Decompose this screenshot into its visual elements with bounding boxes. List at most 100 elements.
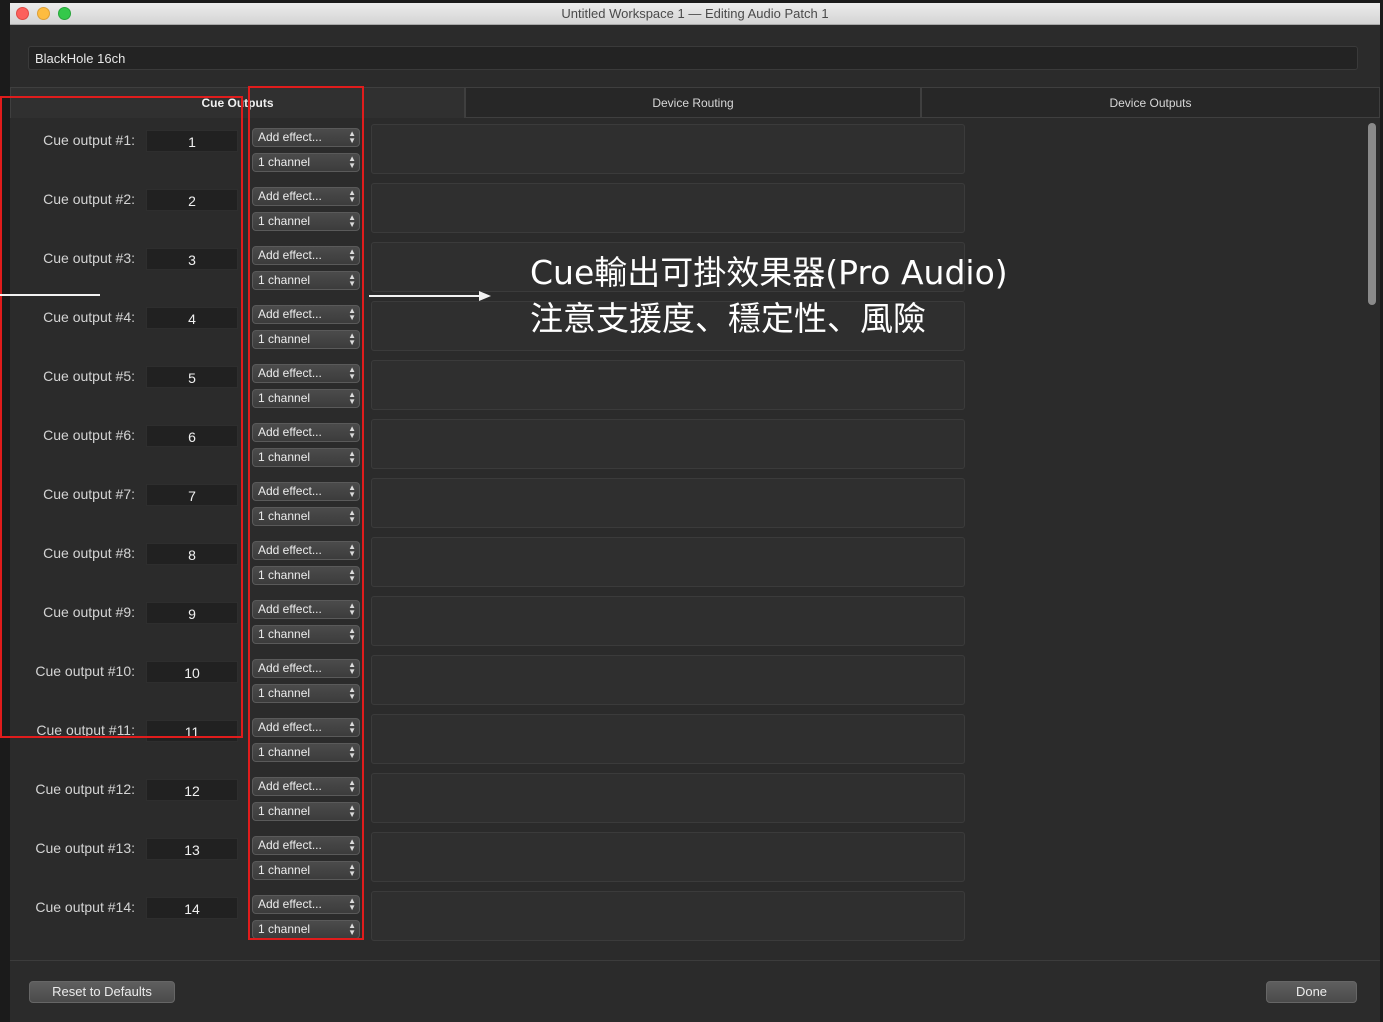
up-down-chevron-icon: ▲ ▼: [348, 542, 356, 558]
add-effect-popup[interactable]: Add effect... ▲ ▼: [252, 423, 360, 442]
up-down-chevron-icon: ▲ ▼: [348, 331, 356, 347]
add-effect-popup[interactable]: Add effect... ▲ ▼: [252, 305, 360, 324]
effects-chain-panel: [371, 478, 965, 528]
up-down-chevron-icon: ▲ ▼: [348, 803, 356, 819]
effects-chain-panel: [371, 891, 965, 941]
effects-chain-panel: [371, 183, 965, 233]
annotation-line-2: 注意支援度、穩定性、風險: [530, 299, 926, 338]
add-effect-popup[interactable]: Add effect... ▲ ▼: [252, 836, 360, 855]
add-effect-popup[interactable]: Add effect... ▲ ▼: [252, 659, 360, 678]
cue-output-number-field[interactable]: 5: [146, 366, 238, 388]
add-effect-popup[interactable]: Add effect... ▲ ▼: [252, 718, 360, 737]
cue-output-label: Cue output #2:: [43, 191, 135, 207]
channel-count-popup[interactable]: 1 channel ▲ ▼: [252, 507, 360, 526]
cue-output-number-field[interactable]: 12: [146, 779, 238, 801]
channel-count-popup[interactable]: 1 channel ▲ ▼: [252, 566, 360, 585]
add-effect-popup[interactable]: Add effect... ▲ ▼: [252, 777, 360, 796]
tab-device-outputs[interactable]: Device Outputs: [921, 87, 1380, 118]
tab-device-routing[interactable]: Device Routing: [465, 87, 921, 118]
channel-count-label: 1 channel: [258, 804, 311, 818]
add-effect-popup[interactable]: Add effect... ▲ ▼: [252, 364, 360, 383]
add-effect-label: Add effect...: [258, 484, 322, 498]
add-effect-label: Add effect...: [258, 897, 322, 911]
channel-count-popup[interactable]: 1 channel ▲ ▼: [252, 920, 360, 939]
add-effect-label: Add effect...: [258, 602, 322, 616]
cue-output-label: Cue output #8:: [43, 545, 135, 561]
add-effect-label: Add effect...: [258, 543, 322, 557]
channel-count-label: 1 channel: [258, 745, 311, 759]
effects-chain-panel: [371, 655, 965, 705]
channel-count-popup[interactable]: 1 channel ▲ ▼: [252, 212, 360, 231]
cue-output-number-field[interactable]: 4: [146, 307, 238, 329]
channel-count-popup[interactable]: 1 channel ▲ ▼: [252, 684, 360, 703]
add-effect-popup[interactable]: Add effect... ▲ ▼: [252, 895, 360, 914]
add-effect-label: Add effect...: [258, 130, 322, 144]
channel-count-label: 1 channel: [258, 273, 311, 287]
cue-output-number-field[interactable]: 9: [146, 602, 238, 624]
add-effect-label: Add effect...: [258, 248, 322, 262]
annotation-arrow-icon: [369, 291, 491, 301]
add-effect-popup[interactable]: Add effect... ▲ ▼: [252, 246, 360, 265]
cue-output-label: Cue output #6:: [43, 427, 135, 443]
effects-chain-panel: [371, 596, 965, 646]
up-down-chevron-icon: ▲ ▼: [348, 390, 356, 406]
cue-output-label: Cue output #14:: [35, 899, 135, 915]
up-down-chevron-icon: ▲ ▼: [348, 508, 356, 524]
channel-count-popup[interactable]: 1 channel ▲ ▼: [252, 153, 360, 172]
add-effect-popup[interactable]: Add effect... ▲ ▼: [252, 600, 360, 619]
cue-output-number-field[interactable]: 14: [146, 897, 238, 919]
cue-output-number-field[interactable]: 7: [146, 484, 238, 506]
cue-output-label: Cue output #13:: [35, 840, 135, 856]
done-button[interactable]: Done: [1266, 981, 1357, 1003]
channel-count-label: 1 channel: [258, 686, 311, 700]
channel-count-popup[interactable]: 1 channel ▲ ▼: [252, 625, 360, 644]
vertical-scrollbar[interactable]: [1368, 123, 1376, 305]
cue-output-label: Cue output #7:: [43, 486, 135, 502]
footer-bar: [10, 961, 1380, 1022]
add-effect-label: Add effect...: [258, 189, 322, 203]
up-down-chevron-icon: ▲ ▼: [348, 660, 356, 676]
up-down-chevron-icon: ▲ ▼: [348, 837, 356, 853]
cue-output-number-field[interactable]: 1: [146, 130, 238, 152]
window-title: Untitled Workspace 1 — Editing Audio Pat…: [561, 6, 829, 21]
cue-output-number-field[interactable]: 13: [146, 838, 238, 860]
cue-output-label: Cue output #10:: [35, 663, 135, 679]
channel-count-label: 1 channel: [258, 155, 311, 169]
cue-output-number-field[interactable]: 3: [146, 248, 238, 270]
add-effect-popup[interactable]: Add effect... ▲ ▼: [252, 482, 360, 501]
cue-output-number-field[interactable]: 6: [146, 425, 238, 447]
effects-chain-panel: [371, 124, 965, 174]
channel-count-label: 1 channel: [258, 568, 311, 582]
channel-count-popup[interactable]: 1 channel ▲ ▼: [252, 743, 360, 762]
add-effect-popup[interactable]: Add effect... ▲ ▼: [252, 128, 360, 147]
annotation-text: Cue輸出可掛效果器(Pro Audio) 注意支援度、穩定性、風險: [530, 250, 1008, 342]
device-name-field: BlackHole 16ch: [28, 46, 1358, 70]
channel-count-popup[interactable]: 1 channel ▲ ▼: [252, 802, 360, 821]
channel-count-popup[interactable]: 1 channel ▲ ▼: [252, 330, 360, 349]
channel-count-label: 1 channel: [258, 214, 311, 228]
channel-count-label: 1 channel: [258, 863, 311, 877]
cue-output-number-field[interactable]: 8: [146, 543, 238, 565]
channel-count-popup[interactable]: 1 channel ▲ ▼: [252, 448, 360, 467]
channel-count-popup[interactable]: 1 channel ▲ ▼: [252, 271, 360, 290]
tab-cue-outputs[interactable]: Cue Outputs: [10, 87, 465, 118]
up-down-chevron-icon: ▲ ▼: [348, 449, 356, 465]
reset-to-defaults-button[interactable]: Reset to Defaults: [29, 981, 175, 1003]
annotation-line-1: Cue輸出可掛效果器(Pro Audio): [530, 253, 1008, 292]
add-effect-popup[interactable]: Add effect... ▲ ▼: [252, 187, 360, 206]
channel-count-popup[interactable]: 1 channel ▲ ▼: [252, 389, 360, 408]
up-down-chevron-icon: ▲ ▼: [348, 778, 356, 794]
add-effect-label: Add effect...: [258, 838, 322, 852]
effects-chain-panel: [371, 714, 965, 764]
cue-output-number-field[interactable]: 2: [146, 189, 238, 211]
add-effect-popup[interactable]: Add effect... ▲ ▼: [252, 541, 360, 560]
channel-count-popup[interactable]: 1 channel ▲ ▼: [252, 861, 360, 880]
up-down-chevron-icon: ▲ ▼: [348, 744, 356, 760]
cue-output-number-field[interactable]: 11: [146, 720, 238, 742]
tab-divider: [465, 117, 1380, 118]
up-down-chevron-icon: ▲ ▼: [348, 896, 356, 912]
up-down-chevron-icon: ▲ ▼: [348, 921, 356, 937]
up-down-chevron-icon: ▲ ▼: [348, 365, 356, 381]
cue-output-label: Cue output #5:: [43, 368, 135, 384]
cue-output-number-field[interactable]: 10: [146, 661, 238, 683]
